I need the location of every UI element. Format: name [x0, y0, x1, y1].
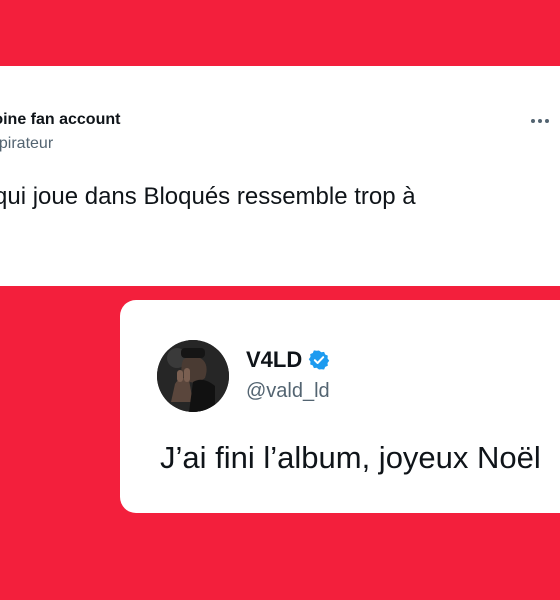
avatar[interactable]: [157, 340, 229, 412]
tweet2-display-name[interactable]: V4LD: [246, 347, 330, 373]
tweet1-display-name[interactable]: toine fan account: [0, 111, 120, 129]
tweet2-text: J’ai fini l’album, joyeux Noël: [160, 440, 541, 475]
tweet2-name-label[interactable]: V4LD: [246, 347, 302, 373]
tweet2-handle[interactable]: @vald_ld: [246, 380, 330, 403]
more-dots-icon[interactable]: [528, 111, 552, 131]
tweet1-text: qui joue dans Bloqués ressemble trop à: [0, 183, 416, 210]
tweet-card-1[interactable]: [0, 66, 560, 286]
verified-badge-icon: [308, 349, 330, 371]
tweet1-handle[interactable]: aspirateur: [0, 135, 53, 153]
